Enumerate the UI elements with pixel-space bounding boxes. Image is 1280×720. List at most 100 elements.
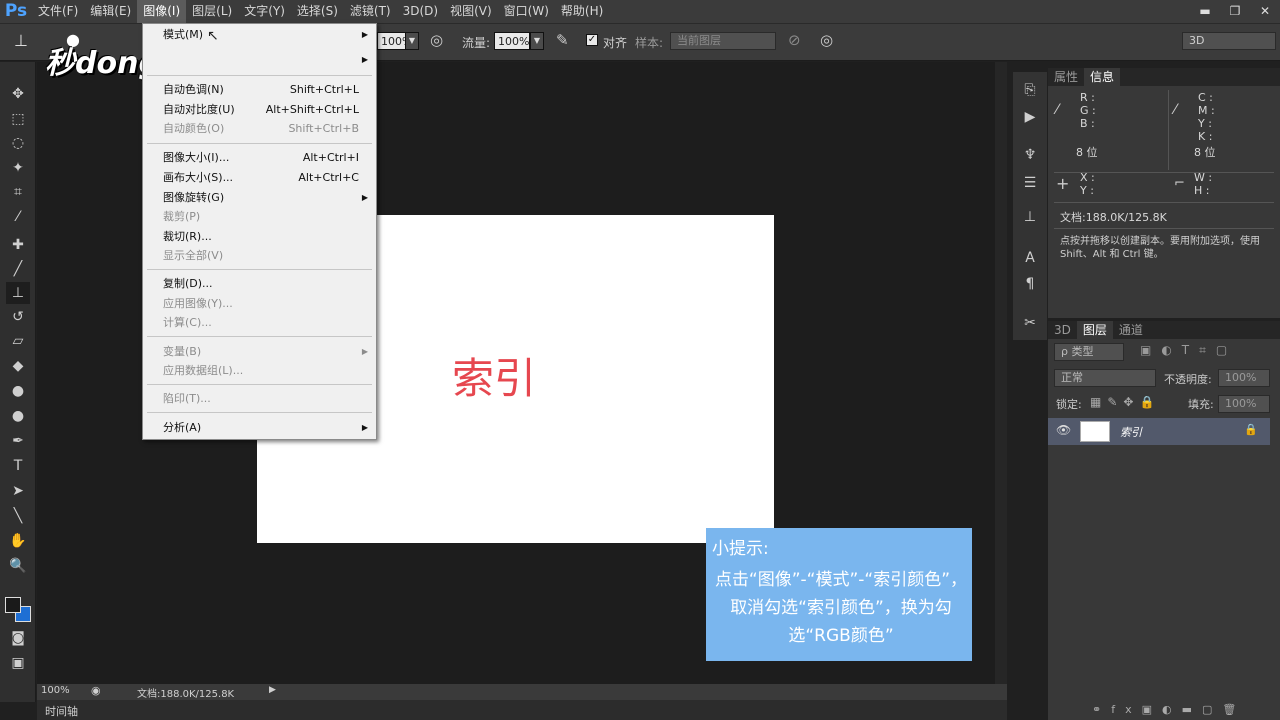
magic-wand-tool-icon[interactable]: ✦ xyxy=(6,157,30,179)
layer-opacity-input[interactable]: 100% xyxy=(1218,369,1270,387)
brush-tool-icon[interactable]: ╱ xyxy=(6,258,30,280)
crop-tool-icon[interactable]: ⌗ xyxy=(6,181,30,203)
airbrush-icon[interactable]: ✎ xyxy=(556,31,569,49)
lasso-tool-icon[interactable]: ◌ xyxy=(6,132,30,154)
cmyk-readout: C : M : Y : K : xyxy=(1198,91,1215,143)
flow-dropdown[interactable]: ▼ xyxy=(530,32,544,50)
menu-item-auto-color: 自动颜色(O) Shift+Ctrl+B xyxy=(163,122,359,135)
screen-mode-icon[interactable]: ▣ xyxy=(6,652,30,674)
tip-body: 点击“图像”-“模式”-“索引颜色”，取消勾选“索引颜色”，换为勾选“RGB颜色… xyxy=(714,570,968,646)
eraser-tool-icon[interactable]: ▱ xyxy=(6,330,30,352)
healing-brush-tool-icon[interactable]: ✚ xyxy=(6,234,30,256)
tab-properties[interactable]: 属性 xyxy=(1048,68,1084,86)
restore-button[interactable]: ❐ xyxy=(1220,0,1250,23)
pressure-size-icon[interactable]: ◎ xyxy=(820,31,833,49)
move-tool-icon[interactable]: ✥ xyxy=(6,83,30,105)
menu-item-trim[interactable]: 裁切(R)... xyxy=(143,227,376,247)
layer-row-index[interactable]: 👁 索引 🔒 xyxy=(1048,418,1270,445)
type-tool-icon[interactable]: T xyxy=(6,455,30,477)
menu-image[interactable]: 图像(I) xyxy=(137,0,187,23)
quick-mask-icon[interactable]: ◙ xyxy=(6,627,30,649)
layers-panel-tabs: 3D 图层 通道 xyxy=(1048,321,1280,339)
menu-edit[interactable]: 编辑(E) xyxy=(84,0,137,23)
menu-file[interactable]: 文件(F) xyxy=(32,0,84,23)
path-selection-tool-icon[interactable]: ➤ xyxy=(6,480,30,502)
menu-item-variables: 变量(B) ▶ xyxy=(143,342,376,362)
align-label: 对齐 xyxy=(603,36,628,50)
submenu-arrow-icon: ▶ xyxy=(361,423,368,432)
adjustments-panel-icon[interactable]: ☰ xyxy=(1019,172,1041,194)
opacity-dropdown[interactable]: ▼ xyxy=(405,32,419,50)
menu-filter[interactable]: 滤镜(T) xyxy=(344,0,397,23)
layer-visibility-eye-icon[interactable]: 👁 xyxy=(1056,423,1071,437)
lock-icons[interactable]: ▦✎✥🔒 xyxy=(1090,395,1160,409)
hand-tool-icon[interactable]: ✋ xyxy=(6,530,30,552)
dodge-tool-icon[interactable]: ● xyxy=(6,405,30,427)
history-brush-tool-icon[interactable]: ↺ xyxy=(6,306,30,328)
paragraph-panel-icon[interactable]: ¶ xyxy=(1019,273,1041,295)
actions-panel-icon[interactable]: ▶ xyxy=(1019,106,1041,128)
info-panel-tabs: 属性 信息 xyxy=(1048,68,1280,86)
menu-view[interactable]: 视图(V) xyxy=(444,0,498,23)
menu-item-image-rotation[interactable]: 图像旋转(G) ▶ xyxy=(143,188,376,208)
align-checkbox[interactable]: ✓ xyxy=(586,34,598,46)
fill-input[interactable]: 100% xyxy=(1218,395,1270,413)
menu-item-duplicate[interactable]: 复制(D)... xyxy=(143,274,376,294)
timeline-tab[interactable]: 时间轴 xyxy=(45,703,78,719)
document-vertical-scrollbar[interactable] xyxy=(995,62,1007,684)
brush-panel-icon[interactable]: ♆ xyxy=(1019,144,1041,166)
menu-window[interactable]: 窗口(W) xyxy=(498,0,555,23)
pen-tool-icon[interactable]: ✒ xyxy=(6,430,30,452)
menu-separator xyxy=(147,336,372,337)
marquee-tool-icon[interactable]: ⬚ xyxy=(6,108,30,130)
status-arrow-icon[interactable]: ▶ xyxy=(269,685,276,695)
menu-item-adjustments[interactable]: ▶ xyxy=(143,50,376,70)
clone-source-panel-icon[interactable]: ⊥ xyxy=(1019,206,1041,228)
foreground-color-swatch[interactable] xyxy=(5,597,21,613)
blur-tool-icon[interactable]: ● xyxy=(6,380,30,402)
menu-item-analysis[interactable]: 分析(A) ▶ xyxy=(143,418,376,438)
stamp-tool-preset-icon[interactable]: ⊥ xyxy=(14,31,40,53)
menu-select[interactable]: 选择(S) xyxy=(291,0,344,23)
line-tool-icon[interactable]: ╲ xyxy=(6,505,30,527)
tab-3d[interactable]: 3D xyxy=(1048,321,1077,339)
minimize-button[interactable]: ▬ xyxy=(1190,0,1220,23)
blend-mode-select[interactable]: 正常 xyxy=(1054,369,1156,387)
menu-item-auto-contrast[interactable]: 自动对比度(U) Alt+Shift+Ctrl+L xyxy=(143,100,376,120)
pressure-opacity-icon[interactable]: ◎ xyxy=(430,31,443,49)
paint-bucket-tool-icon[interactable]: ◆ xyxy=(6,355,30,377)
tab-info[interactable]: 信息 xyxy=(1084,68,1121,86)
menu-item-mode[interactable]: 模式(M) ▶ xyxy=(143,25,376,45)
history-panel-icon[interactable]: ⎘ xyxy=(1019,79,1041,101)
menu-item-image-size[interactable]: 图像大小(I)... Alt+Ctrl+I xyxy=(143,148,376,168)
layer-footer-icons[interactable]: ⚭fx▣◐▬▢🗑 xyxy=(1092,703,1246,716)
menu-item-auto-tone[interactable]: 自动色调(N) Shift+Ctrl+L xyxy=(143,80,376,100)
tools-panel-icon[interactable]: ✂ xyxy=(1019,312,1041,334)
menu-item-apply-data-set: 应用数据组(L)... xyxy=(163,364,244,377)
menu-item-calculations: 计算(C)... xyxy=(163,316,212,329)
tab-channels[interactable]: 通道 xyxy=(1113,321,1149,339)
menu-separator xyxy=(147,412,372,413)
workspace-select[interactable]: 3D xyxy=(1182,32,1276,50)
character-panel-icon[interactable]: A xyxy=(1019,247,1041,269)
zoom-level[interactable]: 100% xyxy=(41,685,70,696)
sample-select[interactable]: 当前图层 xyxy=(670,32,776,50)
layer-filter-icons[interactable]: ▣◐T⌗▢ xyxy=(1140,343,1237,358)
layer-name[interactable]: 索引 xyxy=(1120,424,1142,440)
menu-help[interactable]: 帮助(H) xyxy=(555,0,609,23)
flow-input[interactable]: 100% xyxy=(494,32,530,50)
menu-type[interactable]: 文字(Y) xyxy=(238,0,291,23)
menu-item-reveal-all: 显示全部(V) xyxy=(163,249,224,262)
lock-label: 锁定: xyxy=(1056,398,1082,411)
clone-stamp-tool-icon[interactable]: ⊥ xyxy=(6,282,30,304)
menu-3d[interactable]: 3D(D) xyxy=(397,0,444,23)
eyedropper-tool-icon[interactable]: ⁄ xyxy=(6,206,30,228)
layer-kind-filter[interactable]: ρ 类型 xyxy=(1054,343,1124,361)
menu-item-canvas-size[interactable]: 画布大小(S)... Alt+Ctrl+C xyxy=(143,168,376,188)
zoom-tool-icon[interactable]: 🔍 xyxy=(6,555,30,577)
menu-layer[interactable]: 图层(L) xyxy=(186,0,238,23)
flow-label: 流量: xyxy=(462,36,491,50)
ignore-adjustment-icon[interactable]: ⊘ xyxy=(788,31,801,49)
close-button[interactable]: ✕ xyxy=(1250,0,1280,23)
tab-layers[interactable]: 图层 xyxy=(1076,321,1113,339)
